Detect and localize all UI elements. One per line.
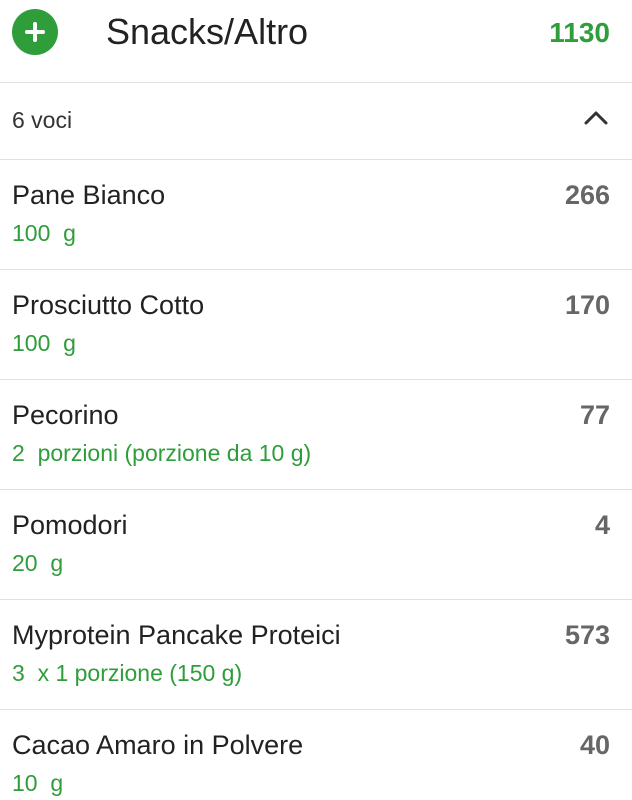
food-quantity: 100 g xyxy=(12,220,76,246)
food-item[interactable]: Cacao Amaro in Polvere 10 g 40 xyxy=(0,710,632,800)
food-item[interactable]: Pecorino 2 porzioni (porzione da 10 g) 7… xyxy=(0,380,632,490)
food-quantity: 10 g xyxy=(12,770,64,796)
food-item[interactable]: Prosciutto Cotto 100 g 170 xyxy=(0,270,632,380)
entries-summary[interactable]: 6 voci xyxy=(0,83,632,160)
food-item[interactable]: Pomodori 20 g 4 xyxy=(0,490,632,600)
food-item[interactable]: Pane Bianco 100 g 266 xyxy=(0,160,632,270)
food-name: Pomodori xyxy=(12,510,128,540)
food-name: Pane Bianco xyxy=(12,180,166,210)
food-calories: 573 xyxy=(564,620,610,650)
food-name: Prosciutto Cotto xyxy=(12,290,205,320)
food-quantity: 20 g xyxy=(12,550,64,576)
food-item[interactable]: Myprotein Pancake Proteici 3 x 1 porzion… xyxy=(0,600,632,710)
food-calories: 40 xyxy=(579,730,610,760)
food-name: Pecorino xyxy=(12,400,119,430)
food-list: Pane Bianco 100 g 266 Prosciutto Cotto 1… xyxy=(0,160,632,800)
meal-header: Snacks/Altro 1130 xyxy=(0,0,632,83)
food-name: Cacao Amaro in Polvere xyxy=(12,730,304,760)
food-calories: 170 xyxy=(564,290,610,320)
food-quantity: 3 x 1 porzione (150 g) xyxy=(12,660,243,686)
food-name: Myprotein Pancake Proteici xyxy=(12,620,341,650)
food-calories: 4 xyxy=(594,510,610,540)
chevron-up-icon[interactable] xyxy=(578,101,614,137)
food-quantity: 2 porzioni (porzione da 10 g) xyxy=(12,440,312,466)
add-food-button[interactable] xyxy=(12,9,58,55)
food-calories: 266 xyxy=(564,180,610,210)
food-quantity: 100 g xyxy=(12,330,76,356)
meal-total-calories: 1130 xyxy=(549,17,610,48)
entries-count: 6 voci xyxy=(12,107,73,133)
meal-title: Snacks/Altro xyxy=(106,11,309,52)
food-calories: 77 xyxy=(579,400,610,430)
